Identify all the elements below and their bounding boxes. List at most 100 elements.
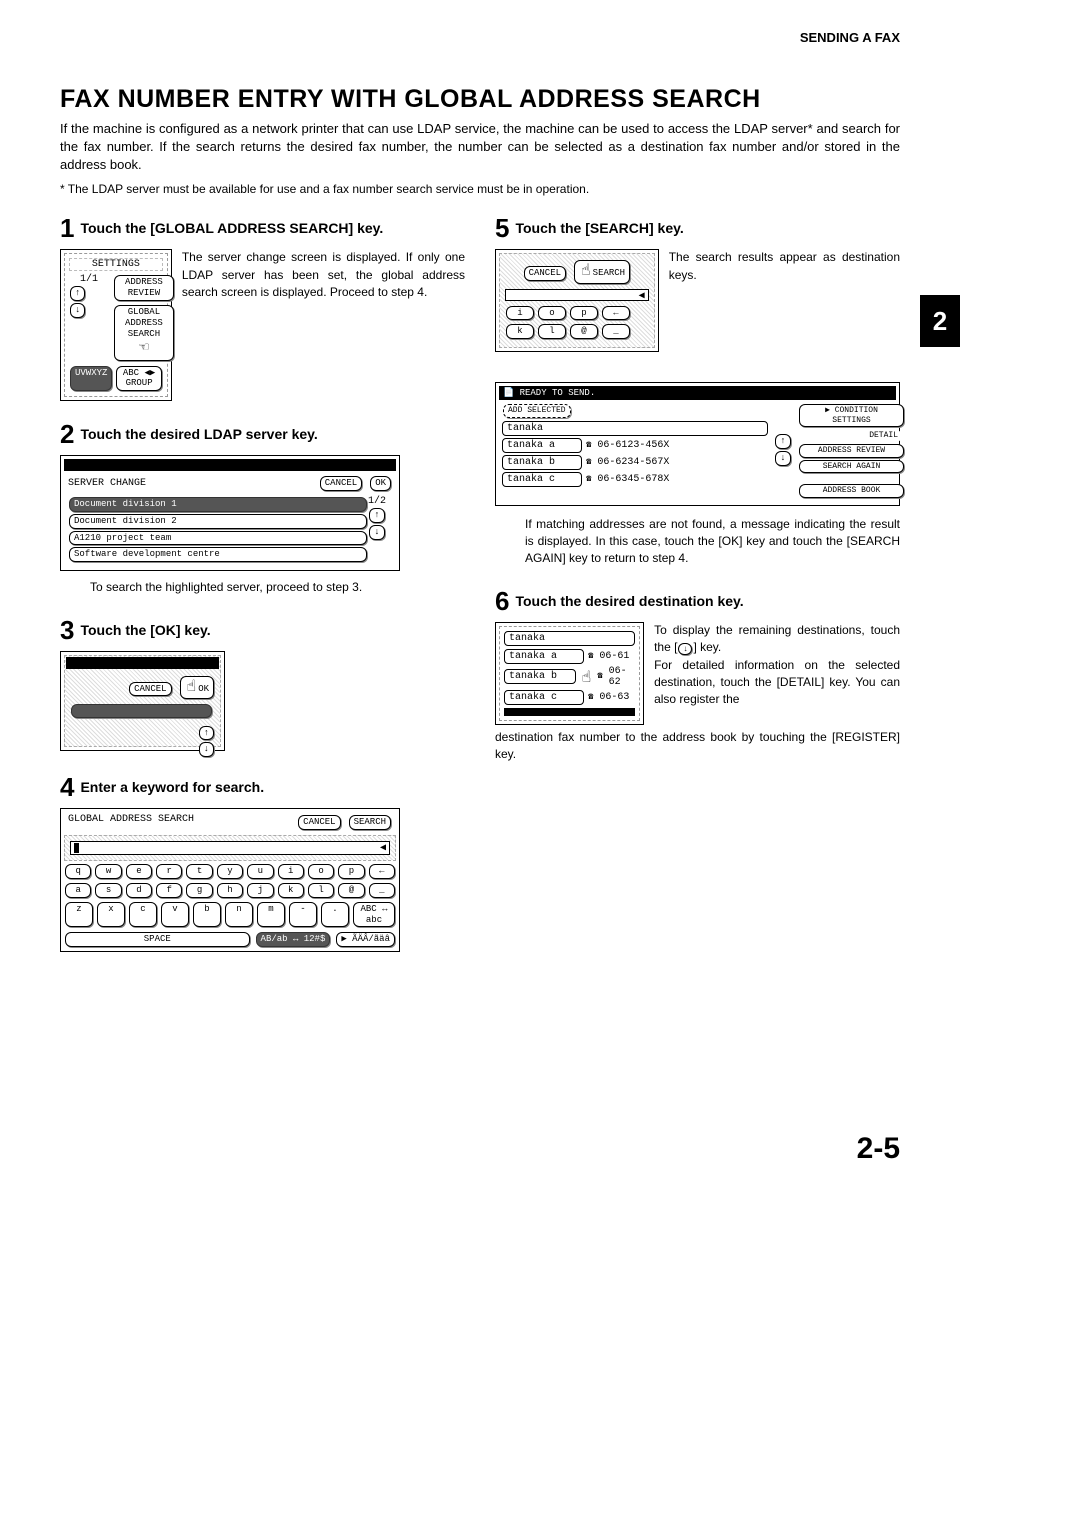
key-o[interactable]: o: [538, 306, 566, 321]
key-v[interactable]: v: [161, 902, 189, 928]
key-mode-toggle[interactable]: AB/ab ↔ 12#$: [256, 932, 331, 947]
tab-uvwxyz[interactable]: UVWXYZ: [70, 366, 112, 392]
address-review-button[interactable]: ADDRESS REVIEW: [799, 444, 904, 458]
search-again-button[interactable]: SEARCH AGAIN: [799, 460, 904, 474]
step-title: Enter a keyword for search.: [80, 774, 264, 796]
key-h[interactable]: h: [217, 883, 243, 898]
key-at[interactable]: @: [570, 324, 598, 339]
key-t[interactable]: t: [186, 864, 212, 879]
key-backspace[interactable]: ←: [602, 306, 630, 321]
key-case-toggle[interactable]: ABC ↔ abc: [353, 902, 395, 928]
down-icon[interactable]: [369, 525, 384, 540]
step2-text: To search the highlighted server, procee…: [90, 579, 465, 596]
s6-text2-wrap: destination fax number to the address bo…: [495, 729, 900, 764]
key-n[interactable]: n: [225, 902, 253, 928]
key-dash[interactable]: -: [289, 902, 317, 928]
server-item-2[interactable]: Document division 2: [69, 514, 367, 529]
key-m[interactable]: m: [257, 902, 285, 928]
key-u[interactable]: u: [247, 864, 273, 879]
step4-screen: GLOBAL ADDRESS SEARCH CANCEL SEARCH ◀ q …: [60, 808, 400, 952]
down-icon[interactable]: [70, 303, 85, 318]
key-d[interactable]: d: [126, 883, 152, 898]
condition-settings-button[interactable]: ▶ CONDITION SETTINGS: [799, 404, 904, 427]
key-dot[interactable]: .: [321, 902, 349, 928]
ok-button[interactable]: ☝OK: [180, 676, 214, 699]
key-i[interactable]: i: [506, 306, 534, 321]
up-icon[interactable]: [199, 726, 214, 741]
scr-page: 1/2: [362, 496, 392, 507]
add-selected-button[interactable]: ADD SELECTED: [503, 404, 571, 418]
key-c[interactable]: c: [129, 902, 157, 928]
key-p[interactable]: p: [570, 306, 598, 321]
key-at[interactable]: @: [338, 883, 364, 898]
key-b[interactable]: b: [193, 902, 221, 928]
key-space[interactable]: SPACE: [65, 932, 250, 947]
step1-screen: SETTINGS 1/1 ADDRESS REVIEW GLOBAL ADDRE…: [60, 249, 172, 401]
key-q[interactable]: q: [65, 864, 91, 879]
result-name-1[interactable]: tanaka a: [502, 438, 582, 453]
intro-block: If the machine is configured as a networ…: [60, 120, 900, 197]
key-a[interactable]: a: [65, 883, 91, 898]
key-j[interactable]: j: [247, 883, 273, 898]
backspace-icon[interactable]: ◀: [380, 842, 386, 854]
placeholder-row: [71, 704, 212, 718]
cancel-button[interactable]: CANCEL: [129, 682, 171, 697]
phone-icon: [597, 671, 604, 682]
key-l[interactable]: l: [308, 883, 334, 898]
key-i[interactable]: i: [278, 864, 304, 879]
step-number: 2: [60, 421, 74, 447]
key-x[interactable]: x: [97, 902, 125, 928]
result-name-3[interactable]: tanaka c: [502, 472, 582, 487]
detail-button[interactable]: DETAIL: [799, 430, 902, 442]
key-p[interactable]: p: [338, 864, 364, 879]
search-button[interactable]: SEARCH: [349, 815, 391, 830]
dest-name-1[interactable]: tanaka a: [504, 649, 584, 664]
key-o[interactable]: o: [308, 864, 334, 879]
key-backspace[interactable]: ←: [369, 864, 395, 879]
key-underscore[interactable]: _: [602, 324, 630, 339]
dest-name-2[interactable]: tanaka b: [504, 669, 576, 684]
key-r[interactable]: r: [156, 864, 182, 879]
step-number: 5: [495, 215, 509, 241]
key-l[interactable]: l: [538, 324, 566, 339]
result-phone-3: 06-6345-678X: [597, 474, 669, 485]
down-icon[interactable]: [199, 742, 214, 757]
side-chapter-tab: 2: [920, 295, 960, 347]
kbd-row-3: z x c v b n m - . ABC ↔ abc: [64, 901, 396, 929]
key-k[interactable]: k: [506, 324, 534, 339]
up-icon[interactable]: [70, 286, 85, 301]
step5-text: The search results appear as destination…: [669, 249, 900, 284]
search-label: SEARCH: [593, 268, 625, 278]
address-review-button[interactable]: ADDRESS REVIEW: [114, 275, 174, 301]
key-accent-toggle[interactable]: ▶ ÃÄÂ/ãäâ: [336, 932, 395, 947]
search-button[interactable]: ☝SEARCH: [574, 260, 630, 283]
step-title: Touch the [GLOBAL ADDRESS SEARCH] key.: [80, 215, 383, 237]
cancel-button[interactable]: CANCEL: [524, 266, 566, 281]
up-icon[interactable]: [369, 508, 384, 523]
server-change-label: SERVER CHANGE: [68, 478, 146, 489]
cancel-button[interactable]: CANCEL: [298, 815, 340, 830]
step-title: Touch the desired LDAP server key.: [80, 421, 317, 443]
key-w[interactable]: w: [95, 864, 121, 879]
key-y[interactable]: y: [217, 864, 243, 879]
address-book-button[interactable]: ADDRESS BOOK: [799, 484, 904, 498]
global-address-search-button[interactable]: GLOBAL ADDRESS SEARCH ☜: [114, 305, 174, 361]
up-icon[interactable]: [775, 434, 790, 449]
key-z[interactable]: z: [65, 902, 93, 928]
key-s[interactable]: s: [95, 883, 121, 898]
server-item-3[interactable]: A1210 project team: [69, 531, 367, 546]
result-name-2[interactable]: tanaka b: [502, 455, 582, 470]
dest-name-3[interactable]: tanaka c: [504, 690, 584, 705]
key-g[interactable]: g: [186, 883, 212, 898]
key-f[interactable]: f: [156, 883, 182, 898]
down-icon[interactable]: [775, 451, 790, 466]
server-item-1[interactable]: Document division 1: [69, 497, 367, 512]
key-e[interactable]: e: [126, 864, 152, 879]
key-k[interactable]: k: [278, 883, 304, 898]
cancel-button[interactable]: CANCEL: [320, 476, 362, 491]
tab-abc[interactable]: ABC ◀▶ GROUP: [116, 366, 161, 392]
server-item-4[interactable]: Software development centre: [69, 547, 367, 562]
key-underscore[interactable]: _: [369, 883, 395, 898]
ok-button[interactable]: OK: [370, 476, 391, 491]
step6-screen: tanaka tanaka a06-61 tanaka b☝06-62 tana…: [495, 622, 644, 725]
